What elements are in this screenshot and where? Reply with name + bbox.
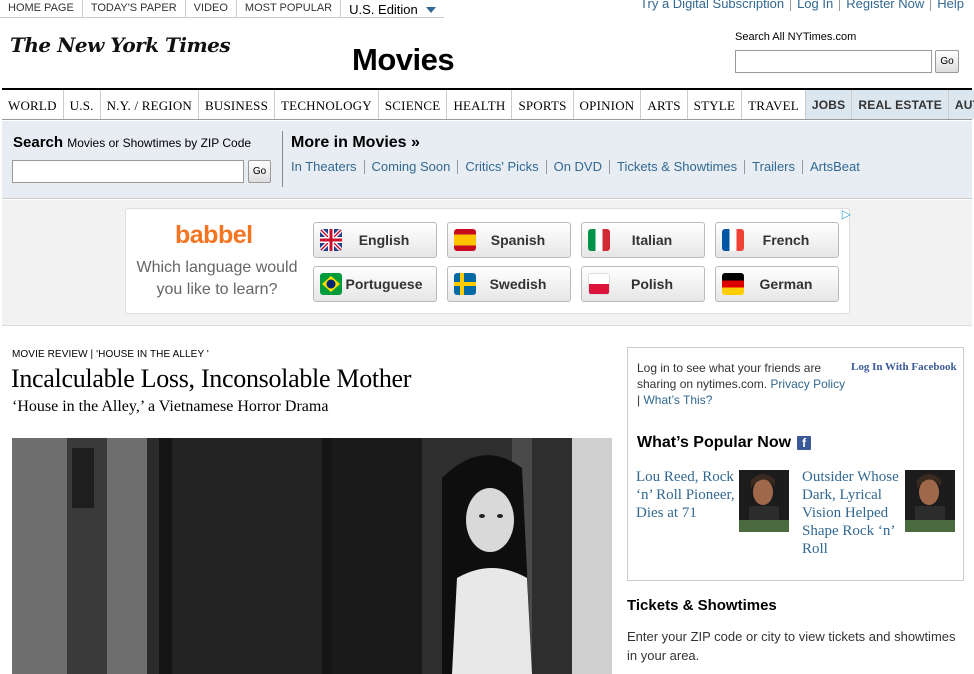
article-deck: ‘House in the Alley,’ a Vietnamese Horro…: [12, 398, 329, 415]
article-photo[interactable]: [12, 438, 612, 674]
language-label: Italian: [631, 232, 673, 248]
language-button-portuguese[interactable]: Portuguese: [313, 266, 437, 302]
language-button-swedish[interactable]: Swedish: [447, 266, 571, 302]
register-now-link[interactable]: Register Now: [839, 0, 930, 11]
sweden-flag-icon: [454, 273, 476, 295]
coming-soon-link[interactable]: Coming Soon: [363, 160, 458, 174]
social-rail: Log in to see what your friends are shar…: [627, 347, 964, 581]
babbel-ad[interactable]: babbel Which language would you like to …: [125, 207, 851, 314]
language-button-english[interactable]: English: [313, 222, 437, 258]
nav-autos[interactable]: AUTOS: [948, 90, 974, 119]
language-button-german[interactable]: German: [715, 266, 839, 302]
nyt-logo[interactable]: The New York Times: [10, 33, 231, 57]
nav-science[interactable]: SCIENCE: [379, 90, 448, 119]
nav-technology[interactable]: TECHNOLOGY: [275, 90, 379, 119]
germany-flag-icon: [722, 273, 744, 295]
digital-subscription-link[interactable]: Try a Digital Subscription: [634, 0, 790, 11]
search-sub-label: Movies or Showtimes by ZIP Code: [67, 136, 252, 150]
search-label: Search All NYTimes.com: [735, 31, 857, 43]
language-label: German: [759, 276, 813, 292]
language-label: Spanish: [490, 232, 546, 248]
nav-world[interactable]: WORLD: [2, 90, 64, 119]
facebook-login-prompt: Log in to see what your friends are shar…: [637, 360, 847, 408]
video-link[interactable]: VIDEO: [186, 0, 237, 18]
poland-flag-icon: [588, 273, 610, 295]
popular-title: What’s Popular Now: [637, 434, 792, 451]
language-label: French: [762, 232, 810, 248]
language-label: English: [358, 232, 410, 248]
site-search-input[interactable]: [735, 50, 932, 73]
uk-flag-icon: [320, 229, 342, 251]
nav-health[interactable]: HEALTH: [447, 90, 513, 119]
nav-sports[interactable]: SPORTS: [512, 90, 574, 119]
movies-subnav: In Theaters Coming Soon Critics' Picks O…: [291, 160, 867, 174]
section-nav: WORLD U.S. N.Y. / REGION BUSINESS TECHNO…: [2, 88, 974, 120]
todays-paper-link[interactable]: TODAY'S PAPER: [83, 0, 186, 18]
nav-style[interactable]: STYLE: [688, 90, 743, 119]
critics-picks-link[interactable]: Critics' Picks: [457, 160, 545, 174]
italy-flag-icon: [588, 229, 610, 251]
language-button-italian[interactable]: Italian: [581, 222, 705, 258]
nav-travel[interactable]: TRAVEL: [742, 90, 806, 119]
facebook-icon: f: [797, 436, 812, 450]
nav-business[interactable]: BUSINESS: [199, 90, 276, 119]
privacy-policy-link[interactable]: Privacy Policy: [770, 377, 845, 391]
showtimes-go-button[interactable]: Go: [248, 160, 271, 183]
divider: [282, 131, 283, 187]
nav-real-estate[interactable]: REAL ESTATE: [852, 90, 949, 119]
whats-this-link[interactable]: What’s This?: [643, 393, 712, 407]
tickets-heading: Tickets & Showtimes: [627, 597, 777, 614]
nav-opinion[interactable]: OPINION: [574, 90, 642, 119]
france-flag-icon: [722, 229, 744, 251]
nav-ny-region[interactable]: N.Y. / REGION: [101, 90, 200, 119]
article-headline: Incalculable Loss, Inconsolable Mother: [11, 364, 412, 393]
top-right-links: Try a Digital Subscription Log In Regist…: [634, 0, 970, 11]
home-page-link[interactable]: HOME PAGE: [0, 0, 83, 18]
language-label: Swedish: [489, 276, 547, 292]
tickets-showtimes-link[interactable]: Tickets & Showtimes: [608, 160, 744, 174]
whats-popular-heading: What’s Popular Now f: [637, 434, 812, 452]
on-dvd-link[interactable]: On DVD: [545, 160, 609, 174]
article-kicker: MOVIE REVIEW | 'HOUSE IN THE ALLEY ': [12, 349, 209, 360]
story-thumbnail[interactable]: [739, 470, 789, 532]
language-button-french[interactable]: French: [715, 222, 839, 258]
search-bold-label: Search: [13, 134, 64, 151]
in-theaters-link[interactable]: In Theaters: [291, 160, 364, 174]
brazil-flag-icon: [320, 273, 342, 295]
artsbeat-link[interactable]: ArtsBeat: [802, 160, 867, 174]
help-link[interactable]: Help: [930, 0, 970, 11]
language-label: Portuguese: [345, 276, 423, 292]
language-button-spanish[interactable]: Spanish: [447, 222, 571, 258]
movies-search-bar: Search Movies or Showtimes by ZIP Code G…: [2, 121, 972, 199]
trailers-link[interactable]: Trailers: [744, 160, 802, 174]
login-with-facebook-button[interactable]: Log In With Facebook: [851, 361, 957, 373]
more-in-movies-heading[interactable]: More in Movies »: [291, 134, 420, 152]
spain-flag-icon: [454, 229, 476, 251]
adchoices-icon[interactable]: ▷: [842, 207, 851, 221]
log-in-link[interactable]: Log In: [790, 0, 839, 11]
ad-tagline: Which language would you like to learn?: [136, 259, 298, 298]
nav-us[interactable]: U.S.: [64, 90, 101, 119]
ad-band: babbel Which language would you like to …: [2, 200, 972, 326]
nav-arts[interactable]: ARTS: [641, 90, 688, 119]
page-title: Movies: [352, 42, 455, 77]
top-left-links: HOME PAGE TODAY'S PAPER VIDEO MOST POPUL…: [0, 0, 444, 18]
popular-story-link[interactable]: Lou Reed, Rock ‘n’ Roll Pioneer, Dies at…: [636, 468, 736, 522]
tickets-description: Enter your ZIP code or city to view tick…: [627, 629, 956, 663]
top-utility-bar: HOME PAGE TODAY'S PAPER VIDEO MOST POPUL…: [0, 0, 974, 19]
nav-jobs[interactable]: JOBS: [805, 90, 853, 119]
most-popular-link[interactable]: MOST POPULAR: [237, 0, 342, 18]
language-button-polish[interactable]: Polish: [581, 266, 705, 302]
ad-brand: babbel: [175, 221, 253, 249]
chevron-down-icon: [425, 6, 436, 13]
edition-selector[interactable]: U.S. Edition: [341, 0, 444, 17]
popular-story-link[interactable]: Outsider Whose Dark, Lyrical Vision Help…: [802, 468, 902, 558]
language-label: Polish: [630, 276, 673, 292]
showtimes-search-input[interactable]: [12, 160, 244, 183]
site-search-go-button[interactable]: Go: [935, 50, 959, 73]
story-thumbnail[interactable]: [905, 470, 955, 532]
showtimes-search-heading: Search Movies or Showtimes by ZIP Code: [13, 134, 251, 151]
edition-label: U.S. Edition: [349, 1, 418, 17]
